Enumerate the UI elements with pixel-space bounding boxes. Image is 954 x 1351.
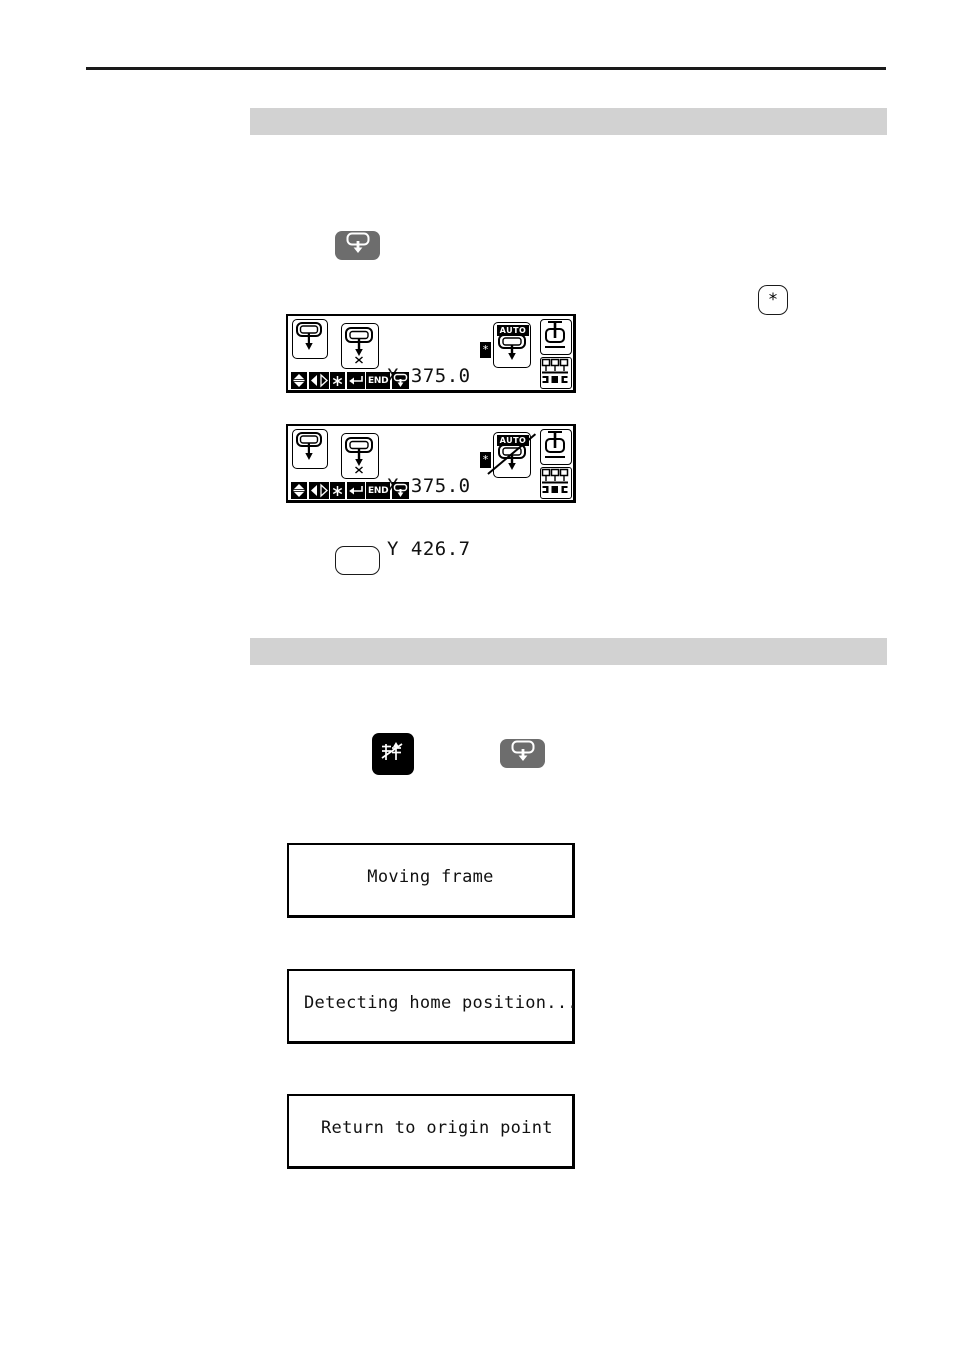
lcd-message-box-return-to-origin-point: Return to origin point	[287, 1094, 575, 1169]
lcd-softkey-statusbar[interactable]: END	[291, 482, 410, 499]
lcd-status-panel-auto-enabled[interactable]: X 375.0 Y 426.7 * AUTO	[286, 314, 576, 450]
left-right-arrows-icon[interactable]	[308, 482, 329, 499]
lcd-message-box-moving-frame: Moving frame	[287, 843, 575, 918]
asterisk-icon[interactable]	[330, 372, 345, 389]
lcd-message-text: Detecting home position...	[304, 993, 578, 1013]
end-key[interactable]: END	[366, 372, 391, 389]
end-key[interactable]: END	[366, 482, 391, 499]
thread-trim-button[interactable]	[372, 733, 414, 775]
needle-bar-icon	[540, 319, 572, 355]
presser-foot-down-icon	[510, 740, 536, 767]
frame-down-icon	[292, 319, 328, 359]
lcd-message-box-detecting-home-position: Detecting home position...	[287, 969, 578, 1044]
presser-foot-down-icon[interactable]	[391, 482, 409, 499]
thread-spools-icon	[540, 357, 572, 389]
section-heading-1-label	[250, 113, 260, 130]
lcd-message-text: Return to origin point	[321, 1118, 553, 1138]
asterisk-indicator-icon: *	[480, 452, 491, 468]
presser-foot-down-button[interactable]	[335, 231, 380, 260]
frame-down-icon	[292, 429, 328, 469]
asterisk-indicator-icon: *	[480, 342, 491, 358]
needle-bar-icon	[540, 429, 572, 465]
header-rule	[86, 67, 886, 70]
asterisk-icon: *	[768, 289, 778, 310]
auto-presser-foot-icon[interactable]: AUTO	[493, 322, 531, 368]
lcd-status-panel-auto-disabled[interactable]: X 375.0 Y 426.7 * AUTO	[286, 424, 576, 560]
presser-foot-down-icon[interactable]	[391, 372, 409, 389]
left-right-arrows-icon[interactable]	[308, 372, 329, 389]
coord-y-value: 426.7	[410, 538, 471, 560]
section-heading-bar-2	[250, 638, 887, 665]
thread-spools-icon	[540, 467, 572, 499]
auto-presser-foot-icon-disabled[interactable]: AUTO	[487, 432, 537, 478]
asterisk-icon[interactable]	[330, 482, 345, 499]
coordinate-readout: X 375.0 Y 426.7	[387, 434, 483, 602]
up-down-arrows-icon[interactable]	[291, 372, 307, 389]
coord-x-value: 375.0	[410, 475, 471, 497]
blank-button[interactable]	[335, 546, 380, 575]
up-down-arrows-icon[interactable]	[291, 482, 307, 499]
manual-page: * 375.0 * AUTO END 375.0 Y 426.7 * AUTO …	[0, 0, 954, 1351]
section-heading-2-label	[250, 643, 260, 660]
coord-y-label: Y	[387, 538, 399, 560]
asterisk-button[interactable]: *	[758, 285, 788, 315]
frame-origin-x-icon	[341, 433, 379, 479]
presser-foot-down-button-2[interactable]	[500, 739, 545, 768]
enter-return-icon[interactable]	[346, 372, 365, 389]
coord-x-value: 375.0	[410, 365, 471, 387]
frame-origin-x-icon	[341, 323, 379, 369]
presser-foot-down-icon	[345, 232, 371, 259]
thread-trim-icon	[380, 739, 406, 770]
lcd-softkey-statusbar[interactable]: END	[291, 372, 410, 389]
lcd-message-text: Moving frame	[367, 867, 494, 887]
section-heading-bar-1	[250, 108, 887, 135]
enter-return-icon[interactable]	[346, 482, 365, 499]
